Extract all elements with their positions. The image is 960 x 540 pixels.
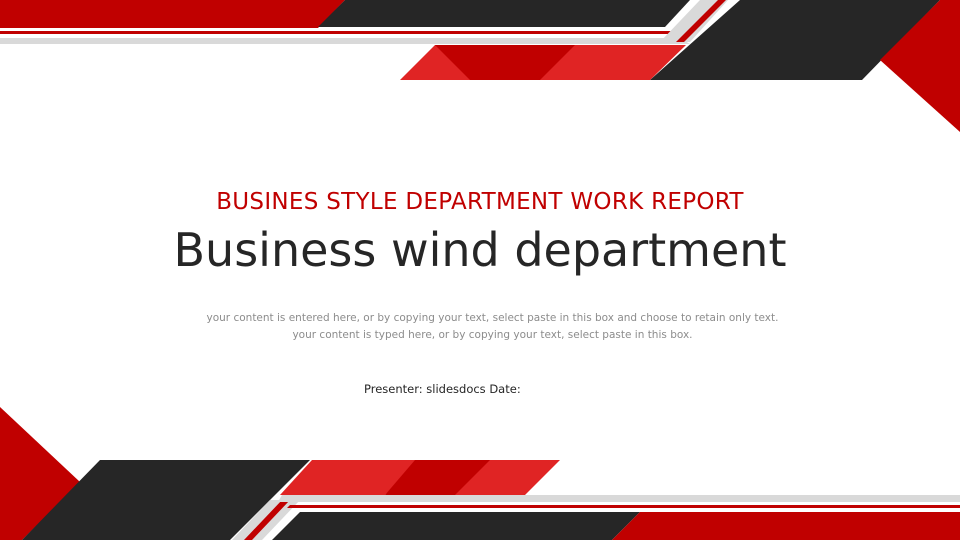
top-dark-band: [318, 0, 690, 27]
slide: BUSINES STYLE DEPARTMENT WORK REPORT Bus…: [0, 0, 960, 540]
top-red-band: [0, 0, 345, 28]
slide-subtitle: BUSINES STYLE DEPARTMENT WORK REPORT: [216, 189, 744, 215]
bottom-dark-band: [272, 512, 640, 540]
bottom-red-band: [612, 512, 960, 540]
bottom-red-line: [287, 505, 960, 508]
top-red-line: [0, 31, 690, 34]
top-gray-stripe: [0, 38, 690, 44]
slide-body-text: your content is entered here, or by copy…: [206, 312, 779, 341]
presenter-line: Presenter: slidesdocs Date:: [364, 382, 521, 396]
slide-title: Business wind department: [173, 223, 787, 277]
bottom-gray-stripe: [278, 495, 960, 502]
